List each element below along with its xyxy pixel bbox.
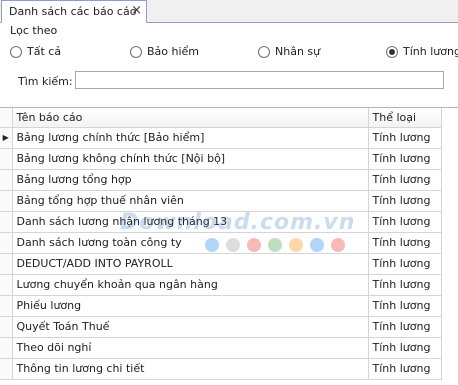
cell-category[interactable]: Tính lương	[368, 169, 442, 191]
table-row[interactable]: Bảng lương tổng hợp Tính lương	[0, 169, 442, 191]
row-indicator	[0, 274, 13, 296]
cell-report-name[interactable]: Phiếu lương	[12, 295, 369, 317]
cell-report-name[interactable]: Danh sách lương toàn công ty	[12, 232, 369, 254]
cell-category[interactable]: Tính lương	[368, 127, 442, 149]
table-row[interactable]: Thông tin lương chi tiết Tính lương	[0, 358, 442, 380]
radio-circle[interactable]	[10, 45, 22, 58]
cell-category[interactable]: Tính lương	[368, 316, 442, 338]
radio-hr[interactable]: Nhân sự	[258, 45, 320, 58]
cell-category[interactable]: Tính lương	[368, 232, 442, 254]
cell-category[interactable]: Tính lương	[368, 211, 442, 233]
radio-insurance[interactable]: Bảo hiểm	[130, 45, 199, 58]
tab-title: Danh sách các báo cáo	[9, 5, 137, 18]
radio-label: Tính lương	[403, 45, 458, 58]
cell-report-name[interactable]: Quyết Toán Thuế	[12, 316, 369, 338]
row-indicator	[0, 148, 13, 170]
tab-report-list[interactable]: Danh sách các báo cáo ×	[1, 0, 147, 23]
table-row[interactable]: Quyết Toán Thuế Tính lương	[0, 316, 442, 338]
cell-report-name[interactable]: Bảng tổng hợp thuế nhân viên	[12, 190, 369, 212]
row-indicator	[0, 358, 13, 380]
radio-circle[interactable]	[258, 45, 270, 58]
radio-circle-checked[interactable]	[386, 45, 398, 58]
column-header-category[interactable]: Thể loại	[368, 108, 442, 128]
column-header-name[interactable]: Tên báo cáo	[12, 108, 369, 128]
table-row[interactable]: ▶ Bảng lương chính thức [Bảo hiểm] Tính …	[0, 127, 442, 149]
table-row[interactable]: Theo dõi nghỉ Tính lương	[0, 337, 442, 359]
table-row[interactable]: Danh sách lương nhận lương tháng 13 Tính…	[0, 211, 442, 233]
radio-circle[interactable]	[130, 45, 142, 58]
cell-category[interactable]: Tính lương	[368, 358, 442, 380]
report-table: Tên báo cáo Thể loại ▶ Bảng lương chính …	[0, 108, 442, 380]
table-row[interactable]: Bảng tổng hợp thuế nhân viên Tính lương	[0, 190, 442, 212]
radio-payroll[interactable]: Tính lương	[386, 45, 458, 58]
row-indicator	[0, 337, 13, 359]
table-row[interactable]: Lương chuyển khoản qua ngân hàng Tính lư…	[0, 274, 442, 296]
row-indicator	[0, 295, 13, 317]
radio-label: Tất cả	[27, 45, 62, 58]
row-indicator-header	[0, 108, 13, 128]
row-indicator	[0, 253, 13, 275]
cell-report-name[interactable]: Bảng lương tổng hợp	[12, 169, 369, 191]
header-row: Tên báo cáo Thể loại	[0, 108, 442, 128]
row-indicator	[0, 169, 13, 191]
row-indicator	[0, 316, 13, 338]
table-row[interactable]: DEDUCT/ADD INTO PAYROLL Tính lương	[0, 253, 442, 275]
search-input[interactable]	[75, 71, 444, 89]
cell-report-name[interactable]: Lương chuyển khoản qua ngân hàng	[12, 274, 369, 296]
cell-report-name[interactable]: Danh sách lương nhận lương tháng 13	[12, 211, 369, 233]
radio-label: Bảo hiểm	[147, 45, 200, 58]
table-row[interactable]: Bảng lương không chính thức [Nội bộ] Tín…	[0, 148, 442, 170]
cell-category[interactable]: Tính lương	[368, 190, 442, 212]
report-grid: Tên báo cáo Thể loại ▶ Bảng lương chính …	[0, 107, 458, 385]
cell-report-name[interactable]: Theo dõi nghỉ	[12, 337, 369, 359]
row-indicator	[0, 232, 13, 254]
row-indicator	[0, 211, 13, 233]
cell-category[interactable]: Tính lương	[368, 274, 442, 296]
cell-category[interactable]: Tính lương	[368, 295, 442, 317]
filter-group-title: Lọc theo	[10, 24, 58, 37]
cell-report-name[interactable]: DEDUCT/ADD INTO PAYROLL	[12, 253, 369, 275]
table-row[interactable]: Phiếu lương Tính lương	[0, 295, 442, 317]
cell-category[interactable]: Tính lương	[368, 337, 442, 359]
current-row-marker: ▶	[0, 127, 13, 149]
cell-category[interactable]: Tính lương	[368, 148, 442, 170]
cell-category[interactable]: Tính lương	[368, 253, 442, 275]
cell-report-name[interactable]: Bảng lương không chính thức [Nội bộ]	[12, 148, 369, 170]
row-indicator	[0, 190, 13, 212]
radio-label: Nhân sự	[275, 45, 321, 58]
table-row[interactable]: Danh sách lương toàn công ty Tính lương	[0, 232, 442, 254]
cell-report-name[interactable]: Bảng lương chính thức [Bảo hiểm]	[12, 127, 369, 149]
cell-report-name[interactable]: Thông tin lương chi tiết	[12, 358, 369, 380]
close-icon[interactable]: ×	[131, 3, 142, 18]
tab-strip: Danh sách các báo cáo ×	[0, 0, 458, 23]
search-label: Tìm kiếm:	[18, 75, 73, 88]
radio-all[interactable]: Tất cả	[10, 45, 61, 58]
